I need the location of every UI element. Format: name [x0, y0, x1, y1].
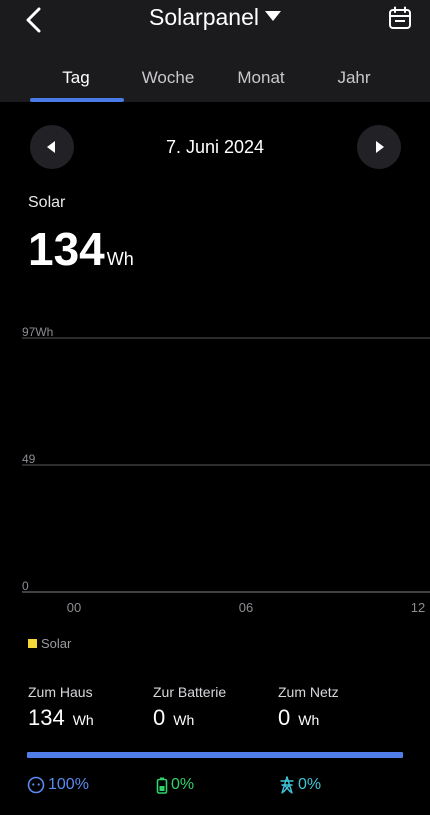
- stat-zum-haus: Zum Haus 134 Wh: [28, 684, 94, 731]
- distribution-battery-percent: 0%: [171, 776, 195, 793]
- x-tick-label: 12: [411, 600, 425, 615]
- tab-jahr[interactable]: Jahr: [307, 68, 401, 88]
- summary-value: 134: [28, 223, 105, 275]
- calendar-icon[interactable]: [388, 6, 412, 30]
- stat-label: Zum Haus: [28, 684, 93, 700]
- active-tab-indicator: [30, 98, 124, 102]
- caret-down-icon: [264, 11, 281, 21]
- x-tick-label: 06: [239, 600, 253, 615]
- chart-legend: Solar: [28, 636, 71, 651]
- solar-chart: 97Wh49000 06 12: [22, 325, 430, 615]
- stat-zum-netz: Zum Netz 0 Wh: [278, 684, 339, 731]
- device-selector[interactable]: Solarpanel: [0, 4, 430, 31]
- next-day-button[interactable]: [357, 125, 401, 169]
- summary-total: 134 Wh: [28, 222, 134, 276]
- distribution-bar: [27, 752, 403, 758]
- stat-label: Zum Netz: [278, 684, 339, 700]
- top-bar: Solarpanel Tag Woche Monat Jahr: [0, 0, 430, 102]
- stat-unit: Wh: [298, 712, 320, 728]
- tab-tag[interactable]: Tag: [29, 68, 123, 88]
- page-title: Solarpanel: [149, 4, 259, 30]
- x-tick-label: 00: [67, 600, 81, 615]
- period-tabs: Tag Woche Monat Jahr: [0, 58, 430, 102]
- summary-label: Solar: [28, 194, 66, 211]
- stat-label: Zur Batterie: [153, 684, 227, 700]
- legend-swatch-solar: [28, 639, 37, 648]
- triangle-right-icon: [376, 141, 384, 153]
- grid-tower-icon: [280, 776, 294, 794]
- summary-unit: Wh: [106, 249, 134, 269]
- distribution-battery: 0%: [156, 776, 194, 794]
- distribution-home-percent: 100%: [48, 776, 89, 793]
- home-smile-icon: [27, 776, 45, 794]
- distribution-home: 100%: [27, 776, 89, 794]
- stat-value: 134: [28, 705, 65, 730]
- tab-woche[interactable]: Woche: [121, 68, 215, 88]
- y-tick-label: 49: [22, 452, 36, 466]
- stat-unit: Wh: [173, 712, 195, 728]
- stat-value: 0: [153, 705, 166, 730]
- distribution-grid: 0%: [279, 776, 321, 794]
- distribution-grid-percent: 0%: [298, 776, 322, 793]
- tab-monat[interactable]: Monat: [214, 68, 308, 88]
- stat-value: 0: [278, 705, 291, 730]
- battery-icon: [156, 777, 168, 794]
- legend-label-solar: Solar: [41, 636, 72, 651]
- stat-zur-batterie: Zur Batterie 0 Wh: [153, 684, 226, 731]
- y-tick-label: 0: [22, 579, 29, 593]
- y-tick-label: 97Wh: [22, 325, 53, 339]
- stat-unit: Wh: [72, 712, 94, 728]
